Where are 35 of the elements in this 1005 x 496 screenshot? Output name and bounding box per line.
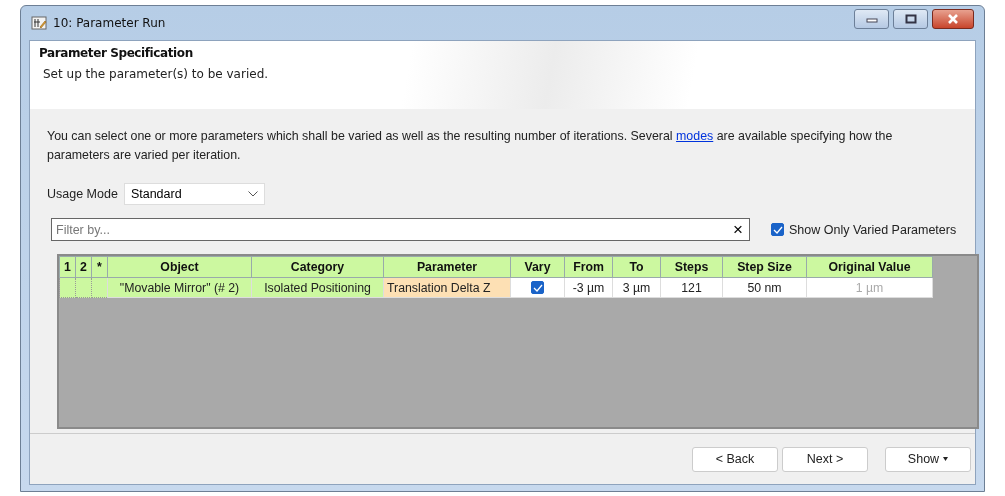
column-header[interactable]: Step Size xyxy=(722,256,807,278)
column-header[interactable]: Object xyxy=(107,256,252,278)
chevron-down-icon xyxy=(247,191,258,197)
usage-mode-dropdown[interactable]: Standard xyxy=(123,183,265,205)
column-header[interactable]: Original Value xyxy=(806,256,933,278)
column-header[interactable]: Parameter xyxy=(383,256,511,278)
app-icon xyxy=(31,15,47,31)
dialog-button[interactable]: < Back xyxy=(692,446,778,472)
filter-field[interactable]: Filter by... × xyxy=(51,218,750,241)
vary-checkbox[interactable] xyxy=(531,281,544,294)
minimize-icon xyxy=(864,15,879,23)
column-header[interactable]: Vary xyxy=(510,256,565,278)
tree-cell xyxy=(59,277,76,298)
column-header[interactable]: Category xyxy=(251,256,384,278)
column-header[interactable]: Steps xyxy=(660,256,723,278)
caret-icon xyxy=(943,457,949,461)
checkbox[interactable] xyxy=(771,223,784,236)
page-subtitle: Set up the parameter(s) to be varied. xyxy=(43,67,270,81)
maximize-icon xyxy=(903,14,918,24)
intro-text: You can select one or more parameters which shall be varied as well as the resulting number of iterations. Several modes are available specifying how the parameters are varied per iteration. xyxy=(47,128,894,164)
close-button[interactable] xyxy=(932,9,974,29)
column-header[interactable]: From xyxy=(564,256,613,278)
modes-link[interactable]: modes xyxy=(676,129,714,143)
window-title: 10: Parameter Run xyxy=(53,16,167,30)
maximize-button[interactable] xyxy=(893,9,928,29)
checkbox-label: Show Only Varied Parameters xyxy=(789,222,957,237)
dialog-button[interactable]: Show xyxy=(885,446,971,472)
clear-button[interactable]: × xyxy=(727,219,749,240)
close-icon xyxy=(945,14,961,24)
table-cell: "Movable Mirror" (# 2) xyxy=(107,277,252,298)
dialog-button[interactable]: Next > xyxy=(782,446,868,472)
page-title: Parameter Specification xyxy=(39,46,194,60)
column-header[interactable]: 1 xyxy=(59,256,76,278)
usage-mode-label: Usage Mode xyxy=(47,187,118,201)
column-header[interactable]: To xyxy=(612,256,661,278)
